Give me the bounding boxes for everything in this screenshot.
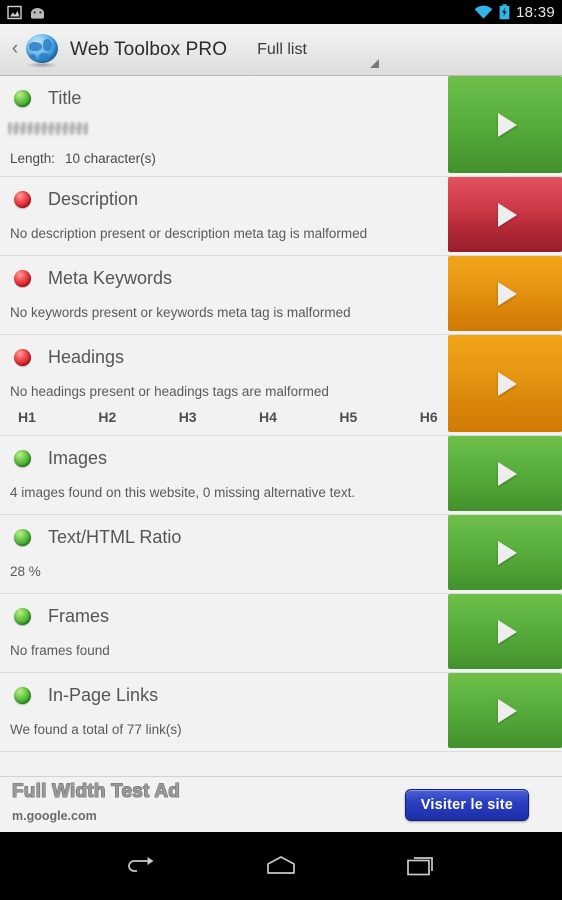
status-error-icon	[14, 349, 31, 366]
list-item-title: Text/HTML Ratio	[48, 527, 182, 547]
run-check-button[interactable]	[448, 177, 562, 252]
length-value: 10 character(s)	[65, 151, 156, 166]
battery-charging-icon	[499, 4, 510, 20]
status-bar: 18:39	[0, 0, 562, 24]
list-item[interactable]: In-Page Links We found a total of 77 link…	[0, 673, 562, 752]
up-navigation-chevron-icon[interactable]: ‹	[8, 39, 22, 58]
play-icon	[497, 112, 517, 137]
list-item-title: Meta Keywords	[48, 268, 173, 288]
seo-checks-list[interactable]: Title Length: 10 character(s) Description No…	[0, 76, 562, 776]
play-icon	[497, 619, 517, 644]
list-item-title: Description	[48, 189, 139, 209]
recents-icon[interactable]	[405, 855, 439, 877]
status-ok-icon	[14, 608, 31, 625]
home-icon[interactable]	[264, 855, 298, 877]
run-check-button[interactable]	[448, 76, 562, 173]
list-item[interactable]: Text/HTML Ratio 28 %	[0, 515, 562, 594]
list-item[interactable]: Description No description present or des…	[0, 177, 562, 256]
run-check-button[interactable]	[448, 256, 562, 331]
status-error-icon	[14, 191, 31, 208]
list-item-title: Title	[48, 88, 82, 108]
length-label: Length:	[10, 151, 56, 166]
wifi-icon	[474, 5, 493, 19]
action-bar: ‹ Web Toolbox PRO Full list	[0, 24, 562, 76]
heading-level-label: H3	[178, 409, 197, 425]
play-icon	[497, 698, 517, 723]
ad-banner[interactable]: Full Width Test Ad m.google.com Visiter …	[0, 776, 562, 832]
run-check-button[interactable]	[448, 515, 562, 590]
play-icon	[497, 202, 517, 227]
spinner-caret-icon	[369, 58, 379, 68]
list-item-title: In-Page Links	[48, 685, 159, 705]
heading-level-label: H4	[259, 409, 277, 425]
screenshot-icon	[7, 5, 22, 19]
system-navigation-bar	[0, 832, 562, 900]
status-bar-system-icons: 18:39	[474, 4, 555, 21]
list-item[interactable]: Title Length: 10 character(s)	[0, 76, 562, 177]
status-error-icon	[14, 270, 31, 287]
list-item-title: Images	[48, 448, 108, 468]
heading-level-label: H2	[98, 409, 117, 425]
status-ok-icon	[14, 90, 31, 107]
status-ok-icon	[14, 450, 31, 467]
globe-icon	[24, 32, 60, 68]
status-ok-icon	[14, 687, 31, 704]
list-item[interactable]: Frames No frames found	[0, 594, 562, 673]
play-icon	[497, 281, 517, 306]
list-item[interactable]: Images 4 images found on this website, 0 …	[0, 436, 562, 515]
view-mode-spinner-label: Full list	[257, 40, 307, 58]
back-icon[interactable]	[123, 855, 157, 877]
run-check-button[interactable]	[448, 436, 562, 511]
run-check-button[interactable]	[448, 594, 562, 669]
play-icon	[497, 540, 517, 565]
list-item[interactable]: Meta Keywords No keywords present or keyw…	[0, 256, 562, 335]
android-device-screen: 18:39 ‹ Web Toolbox PRO Full list Title L…	[0, 0, 562, 900]
play-icon	[497, 461, 517, 486]
status-bar-clock: 18:39	[515, 3, 555, 21]
list-item[interactable]: Headings No headings present or headings …	[0, 335, 562, 436]
status-ok-icon	[14, 529, 31, 546]
run-check-button[interactable]	[448, 335, 562, 432]
android-head-icon	[31, 7, 44, 19]
app-title: Web Toolbox PRO	[70, 38, 228, 60]
heading-level-label: H5	[339, 409, 358, 425]
ad-cta-button[interactable]: Visiter le site	[404, 789, 529, 821]
play-icon	[497, 371, 517, 396]
status-bar-notification-icons	[7, 5, 46, 20]
list-item-title: Frames	[48, 606, 110, 626]
run-check-button[interactable]	[448, 673, 562, 748]
view-mode-spinner[interactable]: Full list	[257, 24, 379, 76]
redacted-title-value	[8, 122, 88, 135]
heading-level-label: H1	[18, 409, 36, 425]
list-item-title: Headings	[48, 347, 125, 367]
